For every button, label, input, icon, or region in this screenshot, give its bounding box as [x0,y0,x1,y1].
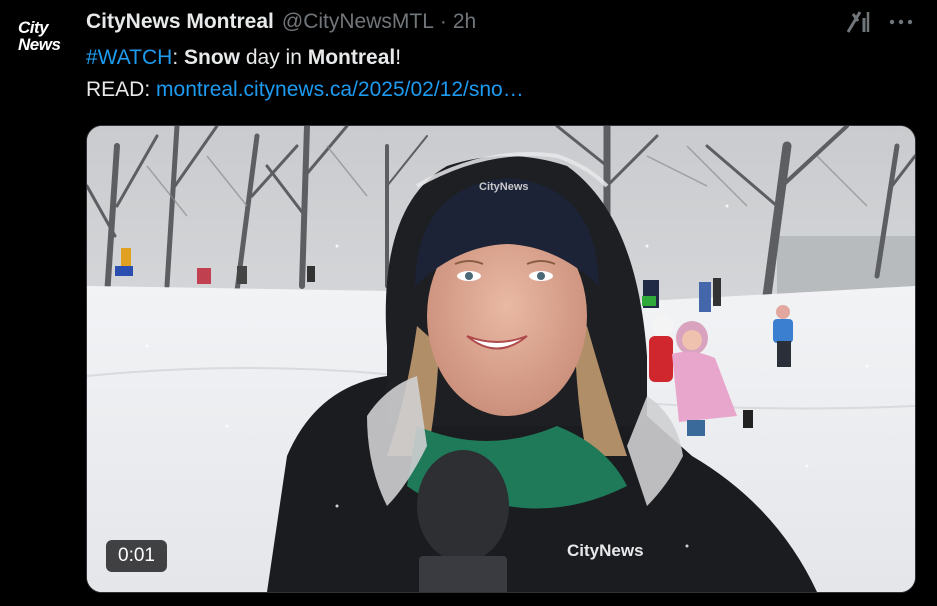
avatar-logo-line2: News [18,35,61,54]
avatar[interactable]: City News [8,12,72,68]
read-label: READ: [86,78,157,101]
separator: · [439,10,447,33]
tweet-time[interactable]: 2h [453,10,476,34]
article-link[interactable]: montreal.citynews.ca/2025/02/12/sno… [156,78,524,101]
video-player[interactable]: CityNews CityNews [86,125,916,593]
tweet-text-line2: READ: montreal.citynews.ca/2025/02/12/sn… [86,76,524,104]
author-handle[interactable]: @CityNewsMTL [282,10,434,34]
tweet-text-line1: #WATCH: Snow day in Montreal! [86,44,401,72]
tweet-header: CityNews Montreal @CityNewsMTL · 2h [86,8,476,36]
more-icon[interactable] [886,10,916,34]
hashtag-link[interactable]: #WATCH [86,46,172,69]
text-bold-snow: Snow [184,46,240,69]
jacket-logo: CityNews [567,541,644,560]
text-segment: : [172,46,184,69]
grok-icon[interactable] [844,8,872,36]
text-bold-montreal: Montreal [307,46,396,69]
text-segment: day in [240,46,308,69]
video-frame: CityNews CityNews [87,126,915,592]
hat-logo: CityNews [479,181,529,193]
avatar-logo-line1: City [18,18,49,37]
video-timestamp: 0:01 [106,540,167,572]
text-segment: ! [395,46,402,69]
author-name[interactable]: CityNews Montreal [86,10,274,34]
